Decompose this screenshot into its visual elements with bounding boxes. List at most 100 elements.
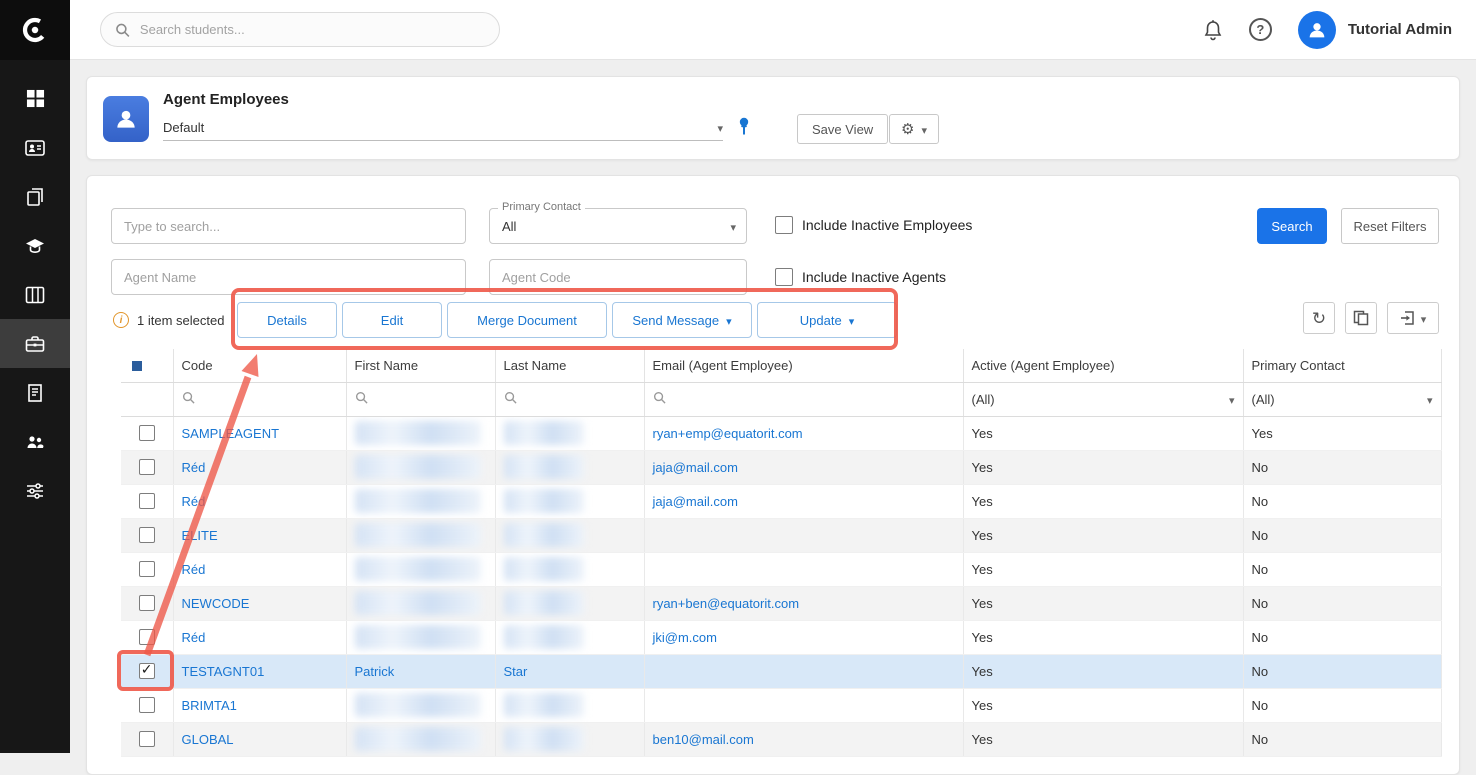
- table-row[interactable]: BRIMTA1 Yes No: [121, 688, 1441, 722]
- row-code-link[interactable]: Réd: [182, 494, 206, 509]
- row-code-link[interactable]: Réd: [182, 460, 206, 475]
- row-code-link[interactable]: BRIMTA1: [182, 698, 237, 713]
- agent-name-input[interactable]: [111, 259, 466, 295]
- send-message-button[interactable]: Send Message: [612, 302, 752, 338]
- agent-code-input[interactable]: [489, 259, 747, 295]
- row-code-link[interactable]: Réd: [182, 630, 206, 645]
- row-code-link[interactable]: ELITE: [182, 528, 218, 543]
- row-code-link[interactable]: TESTAGNT01: [182, 664, 265, 679]
- sidebar: [0, 0, 70, 753]
- table-row[interactable]: Réd jaja@mail.com Yes No: [121, 450, 1441, 484]
- row-checkbox[interactable]: [139, 527, 155, 543]
- dashboard-icon: [26, 89, 45, 108]
- table-row[interactable]: TESTAGNT01 Patrick Star Yes No: [121, 654, 1441, 688]
- row-email-link[interactable]: ben10@mail.com: [653, 732, 754, 747]
- row-first-name-blur: [355, 557, 481, 581]
- row-checkbox[interactable]: [139, 697, 155, 713]
- sidebar-item-education[interactable]: [0, 221, 70, 270]
- pin-view-button[interactable]: [737, 117, 751, 139]
- col-header-code[interactable]: Code: [173, 349, 346, 382]
- refresh-button[interactable]: [1303, 302, 1335, 334]
- reset-filters-button[interactable]: Reset Filters: [1341, 208, 1439, 244]
- row-checkbox[interactable]: [139, 493, 155, 509]
- view-select-value: Default: [163, 120, 204, 135]
- filter-last-name[interactable]: [495, 382, 644, 416]
- search-icon: [504, 391, 517, 404]
- row-checkbox[interactable]: [139, 731, 155, 747]
- global-search-input[interactable]: [140, 22, 485, 37]
- include-inactive-employees: Include Inactive Employees: [775, 216, 972, 234]
- update-button[interactable]: Update: [757, 302, 897, 338]
- primary-contact-select[interactable]: Primary Contact All: [489, 208, 747, 244]
- row-checkbox[interactable]: [139, 425, 155, 441]
- select-all-checkbox[interactable]: [129, 358, 145, 374]
- quick-search-input[interactable]: [111, 208, 466, 244]
- table-row[interactable]: ELITE Yes No: [121, 518, 1441, 552]
- row-code-link[interactable]: NEWCODE: [182, 596, 250, 611]
- include-inactive-agents-checkbox[interactable]: [775, 268, 793, 286]
- row-checkbox[interactable]: [139, 561, 155, 577]
- row-checkbox[interactable]: [139, 663, 155, 679]
- row-primary-contact: No: [1243, 722, 1441, 756]
- row-primary-contact: No: [1243, 484, 1441, 518]
- search-button[interactable]: Search: [1257, 208, 1327, 244]
- filter-code[interactable]: [173, 382, 346, 416]
- merge-document-button[interactable]: Merge Document: [447, 302, 607, 338]
- sidebar-item-documents[interactable]: [0, 172, 70, 221]
- view-select[interactable]: Default: [163, 115, 723, 141]
- edit-button[interactable]: Edit: [342, 302, 442, 338]
- row-email-link[interactable]: jaja@mail.com: [653, 494, 738, 509]
- col-header-email[interactable]: Email (Agent Employee): [644, 349, 963, 382]
- row-checkbox[interactable]: [139, 595, 155, 611]
- row-email-link[interactable]: jaja@mail.com: [653, 460, 738, 475]
- row-email-link[interactable]: ryan+emp@equatorit.com: [653, 426, 803, 441]
- details-button[interactable]: Details: [237, 302, 337, 338]
- chevron-down-icon: [717, 120, 723, 135]
- filter-active[interactable]: (All): [963, 382, 1243, 416]
- sidebar-item-invoices[interactable]: [0, 368, 70, 417]
- filter-email[interactable]: [644, 382, 963, 416]
- table-row[interactable]: Réd jki@m.com Yes No: [121, 620, 1441, 654]
- row-primary-contact: No: [1243, 518, 1441, 552]
- row-email-link[interactable]: ryan+ben@equatorit.com: [653, 596, 800, 611]
- row-checkbox[interactable]: [139, 629, 155, 645]
- row-email-link[interactable]: jki@m.com: [653, 630, 717, 645]
- save-view-button[interactable]: Save View: [797, 114, 888, 144]
- row-code-link[interactable]: Réd: [182, 562, 206, 577]
- chevron-down-icon: [1421, 311, 1427, 326]
- view-settings-button[interactable]: [889, 114, 939, 144]
- sidebar-item-agents[interactable]: [0, 319, 70, 368]
- column-chooser-button[interactable]: [1345, 302, 1377, 334]
- help-icon[interactable]: [1249, 18, 1272, 41]
- grid-card: Primary Contact All Include Inactive Emp…: [86, 175, 1460, 775]
- table-row[interactable]: Réd Yes No: [121, 552, 1441, 586]
- user-menu[interactable]: Tutorial Admin: [1298, 11, 1452, 49]
- row-last-name-blur: [504, 557, 584, 581]
- col-header-last-name[interactable]: Last Name: [495, 349, 644, 382]
- row-code-link[interactable]: SAMPLEAGENT: [182, 426, 280, 441]
- col-header-first-name[interactable]: First Name: [346, 349, 495, 382]
- filter-primary-contact[interactable]: (All): [1243, 382, 1441, 416]
- sidebar-item-groups[interactable]: [0, 417, 70, 466]
- row-active: Yes: [963, 620, 1243, 654]
- sidebar-item-tables[interactable]: [0, 270, 70, 319]
- export-button[interactable]: [1387, 302, 1439, 334]
- briefcase-icon: [25, 334, 45, 354]
- notifications-bell-icon[interactable]: [1203, 19, 1223, 41]
- sidebar-item-settings[interactable]: [0, 466, 70, 515]
- col-header-active[interactable]: Active (Agent Employee): [963, 349, 1243, 382]
- table-row[interactable]: SAMPLEAGENT ryan+emp@equatorit.com Yes Y…: [121, 416, 1441, 450]
- table-row[interactable]: GLOBAL ben10@mail.com Yes No: [121, 722, 1441, 756]
- row-code-link[interactable]: GLOBAL: [182, 732, 234, 747]
- sidebar-item-dashboard[interactable]: [0, 74, 70, 123]
- include-inactive-employees-checkbox[interactable]: [775, 216, 793, 234]
- row-primary-contact: No: [1243, 688, 1441, 722]
- app-logo[interactable]: [0, 0, 70, 60]
- chevron-down-icon: [726, 313, 732, 328]
- row-checkbox[interactable]: [139, 459, 155, 475]
- filter-first-name[interactable]: [346, 382, 495, 416]
- table-row[interactable]: Réd jaja@mail.com Yes No: [121, 484, 1441, 518]
- table-row[interactable]: NEWCODE ryan+ben@equatorit.com Yes No: [121, 586, 1441, 620]
- sidebar-item-contacts[interactable]: [0, 123, 70, 172]
- col-header-primary-contact[interactable]: Primary Contact: [1243, 349, 1441, 382]
